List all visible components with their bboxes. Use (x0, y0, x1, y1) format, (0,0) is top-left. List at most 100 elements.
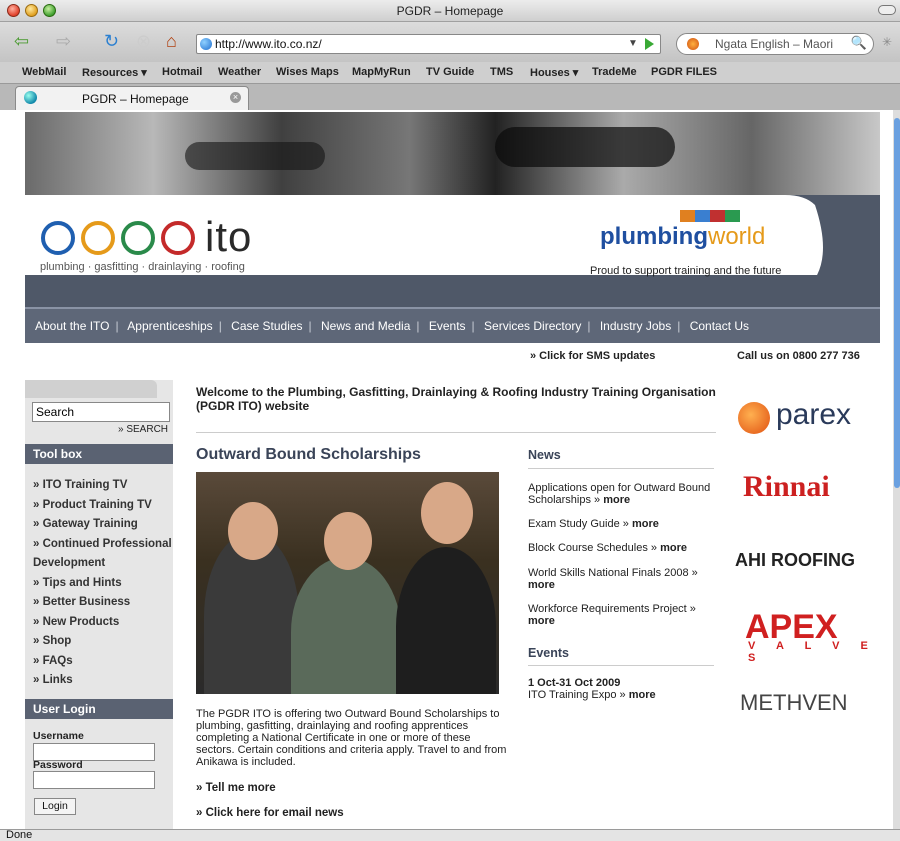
nav-events[interactable]: Events (429, 319, 466, 333)
search-input[interactable]: Search (32, 402, 170, 422)
nav-news-media[interactable]: News and Media (321, 319, 410, 333)
header-photo-banner (25, 112, 880, 195)
person-left-head (228, 502, 278, 560)
ito-logo-text: ito (205, 213, 253, 260)
tell-me-more-link[interactable]: » Tell me more (196, 782, 276, 794)
ito-tagline: plumbing · gasfitting · drainlaying · ro… (40, 261, 245, 273)
status-bar: Done (0, 829, 900, 841)
user-login-heading: User Login (25, 699, 173, 719)
reload-icon[interactable]: ↻ (104, 30, 119, 52)
nav-services-directory[interactable]: Services Directory (484, 319, 581, 333)
sponsor-parex[interactable]: parex (776, 398, 851, 432)
scrollbar-thumb[interactable] (894, 118, 900, 488)
events-heading: Events (528, 646, 569, 660)
person-right-head (421, 482, 473, 544)
news-item-workforce[interactable]: Workforce Requirements Project » more (528, 603, 718, 627)
bookmarks-bar: WebMail Resources ▾ Hotmail Weather Wise… (0, 62, 900, 84)
tool-links[interactable]: » Links (33, 671, 173, 691)
outward-bound-title: Outward Bound Scholarships (196, 446, 421, 463)
bookmark-tv-guide[interactable]: TV Guide (426, 66, 474, 78)
plumbing-logo-icon (41, 221, 75, 255)
search-engine-field[interactable]: Ngata English – Maori 🔍 (676, 33, 874, 55)
plumbing-world-logo-icon (680, 210, 740, 222)
tool-better-business[interactable]: » Better Business (33, 593, 173, 613)
bookmark-trademe[interactable]: TradeMe (592, 66, 637, 78)
outward-bound-description: The PGDR ITO is offering two Outward Bou… (196, 708, 507, 768)
tool-faqs[interactable]: » FAQs (33, 652, 173, 672)
url-field[interactable]: http://www.ito.co.nz/ (196, 34, 661, 54)
search-button[interactable]: » SEARCH (118, 424, 168, 435)
news-item-world-skills[interactable]: World Skills National Finals 2008 » more (528, 567, 718, 591)
password-label: Password (33, 759, 83, 771)
tool-product-training-tv[interactable]: » Product Training TV (33, 496, 173, 516)
magnifier-icon[interactable]: 🔍 (851, 33, 867, 53)
bookmark-houses[interactable]: Houses ▾ (530, 66, 578, 79)
banner-person-right (495, 127, 675, 167)
toolbox-list: » ITO Training TV » Product Training TV … (33, 476, 173, 691)
sponsor-apex[interactable]: APEX (745, 610, 838, 644)
nav-items: About the ITO | Apprenticeships | Case Stu… (35, 319, 750, 333)
news-item-block-course[interactable]: Block Course Schedules » more (528, 542, 718, 554)
sponsor-apex-valves: V A L V E S (748, 640, 877, 664)
event-training-expo[interactable]: ITO Training Expo » more (528, 689, 718, 701)
tab-close-icon[interactable]: × (230, 92, 241, 103)
nav-bar-top (25, 290, 880, 307)
title-bar: PGDR – Homepage (0, 0, 900, 22)
news-item-outward-bound[interactable]: Applications open for Outward Bound Scho… (528, 482, 718, 506)
news-item-exam-guide[interactable]: Exam Study Guide » more (528, 518, 718, 530)
bookmark-hotmail[interactable]: Hotmail (162, 66, 202, 78)
tool-continued-professional-development[interactable]: » Continued Professional Development (33, 535, 173, 574)
password-field[interactable] (33, 771, 155, 789)
person-middle-head (324, 512, 372, 570)
site-favicon-icon (24, 91, 37, 104)
bookmark-weather[interactable]: Weather (218, 66, 261, 78)
tool-gateway-training[interactable]: » Gateway Training (33, 515, 173, 535)
nav-case-studies[interactable]: Case Studies (231, 319, 302, 333)
toolbar-toggle-button[interactable] (878, 5, 896, 15)
window-title: PGDR – Homepage (396, 4, 504, 18)
plumbing-world-tagline: Proud to support training and the future (590, 265, 782, 277)
main-nav: About the ITO | Apprenticeships | Case Stu… (25, 307, 880, 343)
bookmark-pgdr-files[interactable]: PGDR FILES (651, 66, 717, 78)
navigation-toolbar: ⇦ ⇨ ↻ ⊗ ⌂ http://www.ito.co.nz/ ▼ Ngata … (0, 22, 900, 62)
forward-icon[interactable]: ⇨ (56, 30, 71, 52)
email-news-link[interactable]: » Click here for email news (196, 807, 344, 819)
url-history-dropdown-icon[interactable]: ▼ (628, 34, 638, 54)
sms-updates-link[interactable]: » Click for SMS updates (530, 350, 655, 362)
nav-contact[interactable]: Contact Us (690, 319, 749, 333)
sponsor-methven[interactable]: METHVEN (740, 690, 848, 716)
browser-window: PGDR – Homepage ⇦ ⇨ ↻ ⊗ ⌂ http://www.ito… (0, 0, 900, 841)
nav-about[interactable]: About the ITO (35, 319, 110, 333)
bookmark-tms[interactable]: TMS (490, 66, 513, 78)
tool-shop[interactable]: » Shop (33, 632, 173, 652)
tool-ito-training-tv[interactable]: » ITO Training TV (33, 476, 173, 496)
tab-bar: PGDR – Homepage × (0, 84, 900, 110)
go-icon[interactable] (645, 38, 654, 50)
sidebar-tab (25, 380, 157, 398)
nav-industry-jobs[interactable]: Industry Jobs (600, 319, 671, 333)
call-us-text: Call us on 0800 277 736 (737, 350, 860, 362)
news-divider (528, 468, 714, 469)
sponsor-rinnai[interactable]: Rinnai (743, 470, 830, 504)
tool-tips-hints[interactable]: » Tips and Hints (33, 574, 173, 594)
bookmark-wises-maps[interactable]: Wises Maps (276, 66, 339, 78)
nav-apprenticeships[interactable]: Apprenticeships (127, 319, 212, 333)
sponsor-ahi-roofing[interactable]: AHI ROOFING (735, 550, 855, 571)
plumbing-world-brand2: world (707, 223, 766, 250)
username-label: Username (33, 730, 84, 742)
toolbox-heading: Tool box (25, 444, 173, 464)
plumbing-world-brand: plumbing (600, 223, 708, 250)
tool-new-products[interactable]: » New Products (33, 613, 173, 633)
bookmark-resources[interactable]: Resources ▾ (82, 66, 147, 79)
search-engine-icon[interactable] (687, 38, 699, 50)
login-button[interactable]: Login (34, 798, 76, 815)
logo-area: ito plumbing · gasfitting · drainlaying … (25, 195, 880, 290)
events-divider (528, 665, 714, 666)
tab-pgdr-homepage[interactable]: PGDR – Homepage × (15, 86, 249, 110)
back-icon[interactable]: ⇦ (14, 30, 29, 52)
search-engine-label: Ngata English – Maori (715, 37, 834, 51)
bookmark-mapmyrun[interactable]: MapMyRun (352, 66, 411, 78)
home-icon[interactable]: ⌂ (166, 30, 177, 52)
stop-icon[interactable]: ⊗ (136, 30, 151, 52)
bookmark-webmail[interactable]: WebMail (22, 66, 66, 78)
